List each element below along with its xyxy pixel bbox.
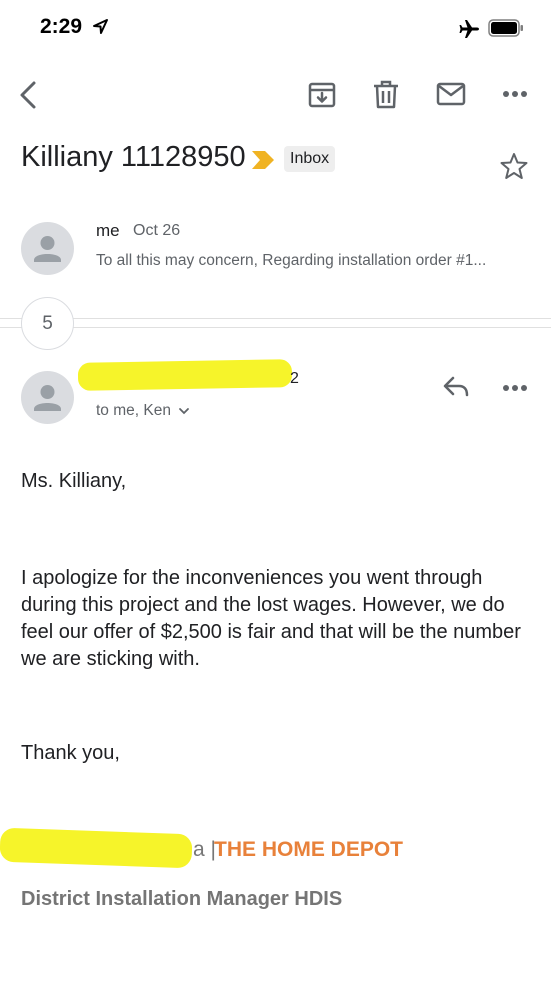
avatar-icon bbox=[21, 222, 74, 275]
sender-name: me bbox=[96, 221, 120, 240]
signature-company: THE HOME DEPOT bbox=[214, 838, 404, 861]
signature-separator: a | bbox=[193, 838, 216, 861]
battery-icon bbox=[488, 19, 523, 37]
closing: Thank you, bbox=[21, 742, 120, 764]
inbox-label-chip[interactable]: Inbox bbox=[284, 146, 336, 172]
location-arrow-icon bbox=[93, 19, 108, 34]
more-icon[interactable] bbox=[502, 87, 528, 101]
recipients[interactable]: to me, Ken bbox=[96, 402, 190, 420]
divider bbox=[0, 318, 551, 319]
email-subject: Killiany 11128950 bbox=[21, 141, 246, 173]
more-icon[interactable] bbox=[502, 381, 528, 395]
status-time: 2:29 bbox=[40, 15, 83, 38]
redaction-mark bbox=[77, 359, 293, 391]
signature-title: District Installation Manager HDIS bbox=[21, 888, 343, 910]
body-paragraph: I apologize for the inconveniences you w… bbox=[21, 567, 521, 670]
redaction-mark bbox=[0, 827, 193, 869]
sender-name-redacted: 2 bbox=[290, 370, 299, 387]
collapsed-message[interactable] bbox=[0, 215, 551, 285]
reply-icon[interactable] bbox=[442, 375, 470, 399]
trash-icon[interactable] bbox=[372, 80, 400, 110]
label-arrow-icon bbox=[252, 151, 274, 169]
avatar-icon bbox=[21, 371, 74, 424]
message-date: Oct 26 bbox=[133, 222, 181, 239]
mail-icon[interactable] bbox=[436, 82, 466, 106]
message-snippet: To all this may concern, Regarding insta… bbox=[96, 252, 487, 269]
greeting: Ms. Killiany, bbox=[21, 470, 127, 492]
airplane-icon bbox=[459, 20, 479, 38]
back-arrow-icon[interactable] bbox=[18, 80, 40, 110]
collapsed-count[interactable]: 5 bbox=[21, 297, 74, 350]
archive-icon[interactable] bbox=[307, 80, 337, 110]
divider bbox=[0, 327, 551, 328]
star-icon[interactable] bbox=[500, 152, 528, 180]
recipients-text: to me, Ken bbox=[96, 402, 171, 419]
chevron-down-icon bbox=[179, 408, 190, 415]
